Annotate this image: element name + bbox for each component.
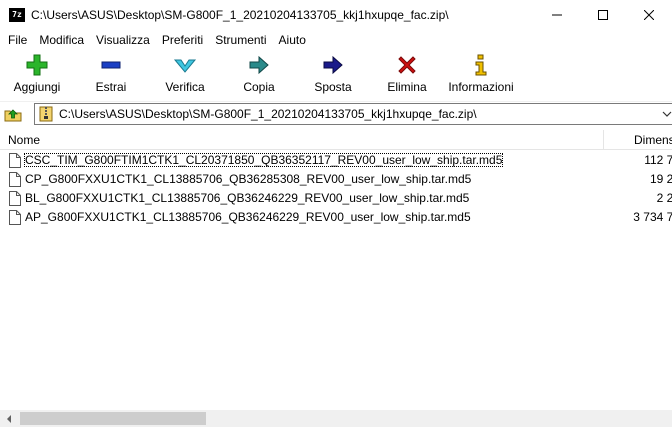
file-icon bbox=[9, 210, 21, 225]
chevron-down-icon[interactable] bbox=[662, 109, 672, 121]
file-icon bbox=[9, 153, 21, 168]
sposta-label: Sposta bbox=[314, 80, 351, 94]
menu-file[interactable]: File bbox=[4, 30, 31, 50]
file-icon bbox=[9, 172, 21, 187]
file-row[interactable]: CP_G800FXXU1CTK1_CL13885706_QB36285308_R… bbox=[0, 171, 672, 190]
close-icon bbox=[644, 10, 654, 20]
informazioni-label: Informazioni bbox=[448, 80, 513, 94]
menu-aiuto[interactable]: Aiuto bbox=[275, 30, 310, 50]
minus-icon bbox=[98, 52, 124, 78]
delete-x-icon bbox=[394, 52, 420, 78]
file-row[interactable]: CSC_TIM_G800FTIM1CTK1_CL20371850_QB36352… bbox=[0, 152, 672, 171]
file-name: BL_G800FXXU1CTK1_CL13885706_QB36246229_R… bbox=[24, 191, 470, 205]
file-row[interactable]: BL_G800FXXU1CTK1_CL13885706_QB36246229_R… bbox=[0, 190, 672, 209]
column-header-size[interactable]: Dimens bbox=[634, 133, 672, 147]
informazioni-button[interactable]: Informazioni bbox=[446, 52, 516, 98]
window-title: C:\Users\ASUS\Desktop\SM-G800F_1_2021020… bbox=[31, 8, 449, 22]
menu-visualizza[interactable]: Visualizza bbox=[92, 30, 154, 50]
menu-modifica[interactable]: Modifica bbox=[35, 30, 88, 50]
window-controls bbox=[534, 0, 672, 30]
copia-label: Copia bbox=[243, 80, 274, 94]
estrai-button[interactable]: Estrai bbox=[76, 52, 146, 98]
column-header-name[interactable]: Nome bbox=[8, 133, 40, 147]
file-icon bbox=[9, 191, 21, 206]
file-name: AP_G800FXXU1CTK1_CL13885706_QB36246229_R… bbox=[24, 210, 472, 224]
check-chevron-icon bbox=[172, 52, 198, 78]
info-icon bbox=[468, 52, 494, 78]
chevron-left-icon bbox=[5, 415, 13, 423]
up-folder-button[interactable] bbox=[3, 105, 23, 123]
address-bar: C:\Users\ASUS\Desktop\SM-G800F_1_2021020… bbox=[0, 102, 672, 126]
verifica-button[interactable]: Verifica bbox=[150, 52, 220, 98]
menu-bar: File Modifica Visualizza Preferiti Strum… bbox=[0, 30, 672, 50]
file-name: CP_G800FXXU1CTK1_CL13885706_QB36285308_R… bbox=[24, 172, 472, 186]
minimize-button[interactable] bbox=[534, 0, 580, 30]
toolbar: Aggiungi Estrai Verifica Copia Sposta El… bbox=[0, 50, 672, 102]
file-row[interactable]: AP_G800FXXU1CTK1_CL13885706_QB36246229_R… bbox=[0, 209, 672, 228]
address-path: C:\Users\ASUS\Desktop\SM-G800F_1_2021020… bbox=[59, 107, 477, 121]
elimina-button[interactable]: Elimina bbox=[372, 52, 442, 98]
scroll-left-button[interactable] bbox=[0, 410, 17, 427]
zip-archive-icon bbox=[39, 106, 53, 122]
column-separator[interactable] bbox=[603, 130, 604, 150]
file-size: 2 21 bbox=[592, 191, 672, 205]
scrollbar-thumb[interactable] bbox=[20, 412, 206, 425]
address-input[interactable]: C:\Users\ASUS\Desktop\SM-G800F_1_2021020… bbox=[34, 103, 672, 125]
move-arrow-icon bbox=[320, 52, 346, 78]
file-list: CSC_TIM_G800FTIM1CTK1_CL20371850_QB36352… bbox=[0, 152, 672, 228]
maximize-button[interactable] bbox=[580, 0, 626, 30]
sposta-button[interactable]: Sposta bbox=[298, 52, 368, 98]
copia-button[interactable]: Copia bbox=[224, 52, 294, 98]
aggiungi-label: Aggiungi bbox=[14, 80, 61, 94]
file-size: 112 79 bbox=[592, 153, 672, 167]
estrai-label: Estrai bbox=[96, 80, 127, 94]
verifica-label: Verifica bbox=[165, 80, 204, 94]
file-size: 3 734 70 bbox=[592, 210, 672, 224]
aggiungi-button[interactable]: Aggiungi bbox=[2, 52, 72, 98]
close-button[interactable] bbox=[626, 0, 672, 30]
file-size: 19 22 bbox=[592, 172, 672, 186]
minimize-icon bbox=[552, 10, 562, 20]
title-bar: 7z C:\Users\ASUS\Desktop\SM-G800F_1_2021… bbox=[0, 0, 672, 30]
7zip-app-icon: 7z bbox=[9, 8, 25, 22]
file-name: CSC_TIM_G800FTIM1CTK1_CL20371850_QB36352… bbox=[24, 153, 503, 167]
copy-arrow-icon bbox=[246, 52, 272, 78]
menu-preferiti[interactable]: Preferiti bbox=[158, 30, 207, 50]
horizontal-scrollbar[interactable] bbox=[0, 410, 672, 427]
elimina-label: Elimina bbox=[387, 80, 426, 94]
folder-up-icon bbox=[4, 106, 22, 122]
maximize-icon bbox=[598, 10, 608, 20]
plus-icon bbox=[24, 52, 50, 78]
file-list-header: Nome Dimens bbox=[0, 130, 672, 150]
menu-strumenti[interactable]: Strumenti bbox=[211, 30, 270, 50]
